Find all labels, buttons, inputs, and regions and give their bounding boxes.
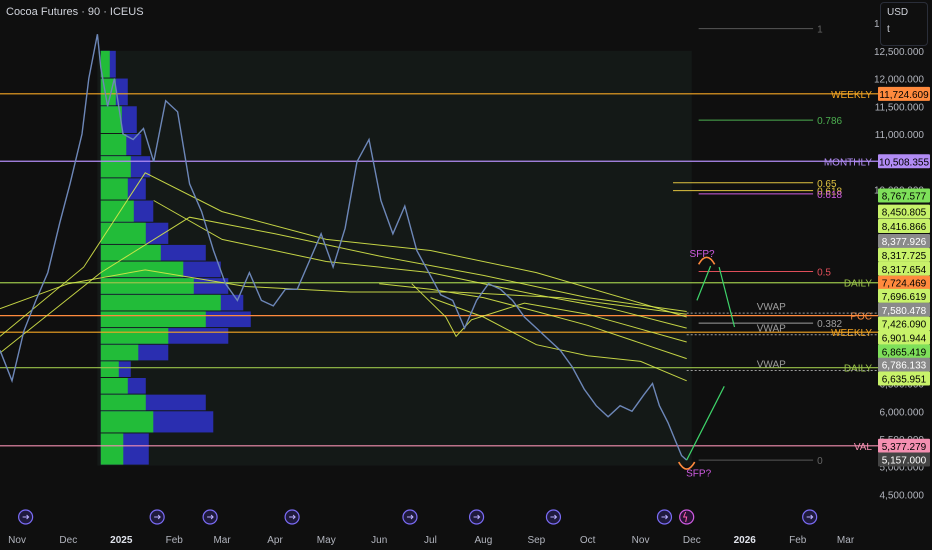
currency-unit: t [887,24,890,35]
volume-profile-green-6 [100,328,169,344]
fib-label-1: 0.786 [817,116,842,127]
y-tick-4: 11,000.000 [875,130,925,141]
volume-profile-green-16 [100,134,127,156]
vwap-label-1: VWAP [757,324,786,335]
chart-title: Cocoa Futures · 90 · ICEUS [6,6,144,18]
y-tick-2: 12,000.000 [874,75,924,86]
price-tag-6: 7,724.469 [882,279,927,290]
volume-profile-green-5 [100,344,139,361]
price-tag-14: 11,724.609 [879,90,929,101]
fib-label-5: 0.5 [817,268,831,279]
volume-profile-green-0 [100,433,124,465]
y-tick-10: 4,500.000 [880,490,925,501]
volume-profile-green-11 [100,244,161,261]
price-tag-12: 6,786.133 [882,361,927,372]
price-chart[interactable]: WEEKLYMONTHLYDAILYPOCWEEKLYDAILYVALVWAPV… [0,0,932,550]
price-tag-11: 6,865.419 [882,347,927,358]
x-tick-4: Mar [213,535,231,546]
price-tag-0: 8,767.577 [882,192,927,203]
x-tick-10: Sep [527,535,545,546]
price-tag-15: 10,508.355 [879,157,929,168]
x-tick-8: Jul [424,535,437,546]
currency-selector[interactable]: USD t [880,2,928,46]
x-tick-13: Dec [683,535,701,546]
x-tick-12: Nov [632,535,650,546]
x-tick-0: Nov [8,535,26,546]
x-tick-1: Dec [59,535,77,546]
x-tick-11: Oct [580,535,596,546]
price-tag-5: 8,317.654 [882,265,927,276]
price-tag-8: 7,580.478 [882,306,927,317]
price-tag-4: 8,317.725 [882,251,927,262]
volume-profile-green-4 [100,361,119,377]
x-tick-6: May [317,535,336,546]
fib-label-7: 0 [817,456,823,467]
x-tick-5: Apr [267,535,283,546]
price-tag-13: 6,635.951 [882,375,927,386]
level-label-1: MONTHLY [824,157,872,168]
annotation-0: SFP? [690,249,715,260]
price-tag-9: 7,426.090 [882,320,927,331]
y-tick-3: 11,500.000 [875,102,925,113]
y-tick-1: 12,500.000 [874,47,924,58]
level-label-2: DAILY [844,279,872,290]
level-label-5: DAILY [844,364,872,375]
volume-profile-green-2 [100,394,146,411]
y-tick-7: 6,000.000 [880,407,925,418]
x-tick-15: Feb [789,535,807,546]
volume-profile-green-9 [100,278,194,294]
price-tag-3: 8,377.926 [882,237,927,248]
price-tag-1: 8,450.805 [882,208,927,219]
currency-label: USD [887,7,909,18]
volume-profile-green-13 [100,200,134,222]
projection-arrow-down [718,266,736,328]
volume-profile-green-8 [100,294,221,311]
fib-label-4: 0.618 [817,190,842,201]
x-tick-2: 2025 [110,535,133,546]
vwap-label-2: VWAP [757,360,786,371]
x-tick-16: Mar [837,535,855,546]
volume-profile-green-1 [100,411,154,433]
chart-screen: WEEKLY MONTHLY DAILY POC WEEKLY DAILY VAL VWAP V… [0,0,932,550]
x-tick-3: Feb [166,535,184,546]
price-tag-16: 5,377.279 [882,442,927,453]
level-label-0: WEEKLY [831,90,872,101]
x-tick-7: Jun [371,535,387,546]
level-label-6: VAL [854,442,873,453]
volume-profile-green-15 [100,156,131,178]
x-tick-14: 2026 [734,535,757,546]
annotation-1: SFP? [686,469,711,480]
price-tag-7: 7,696.619 [882,292,927,303]
volume-profile-green-7 [100,311,206,328]
vwap-label-0: VWAP [757,302,786,313]
volume-profile-green-12 [100,222,146,244]
level-label-3: POC [850,312,872,323]
price-tag-10: 6,901.944 [882,334,927,345]
price-tag-2: 8,416.866 [882,222,927,233]
price-tag-17: 5,157.000 [882,456,927,467]
volume-profile-green-3 [100,378,128,394]
volume-profile-green-10 [100,261,184,278]
fib-label-0: 1 [817,25,823,36]
volume-profile-green-14 [100,178,128,200]
projection-arrow-down-path [686,386,725,461]
x-tick-9: Aug [475,535,493,546]
fib-label-6: 0.382 [817,319,842,330]
